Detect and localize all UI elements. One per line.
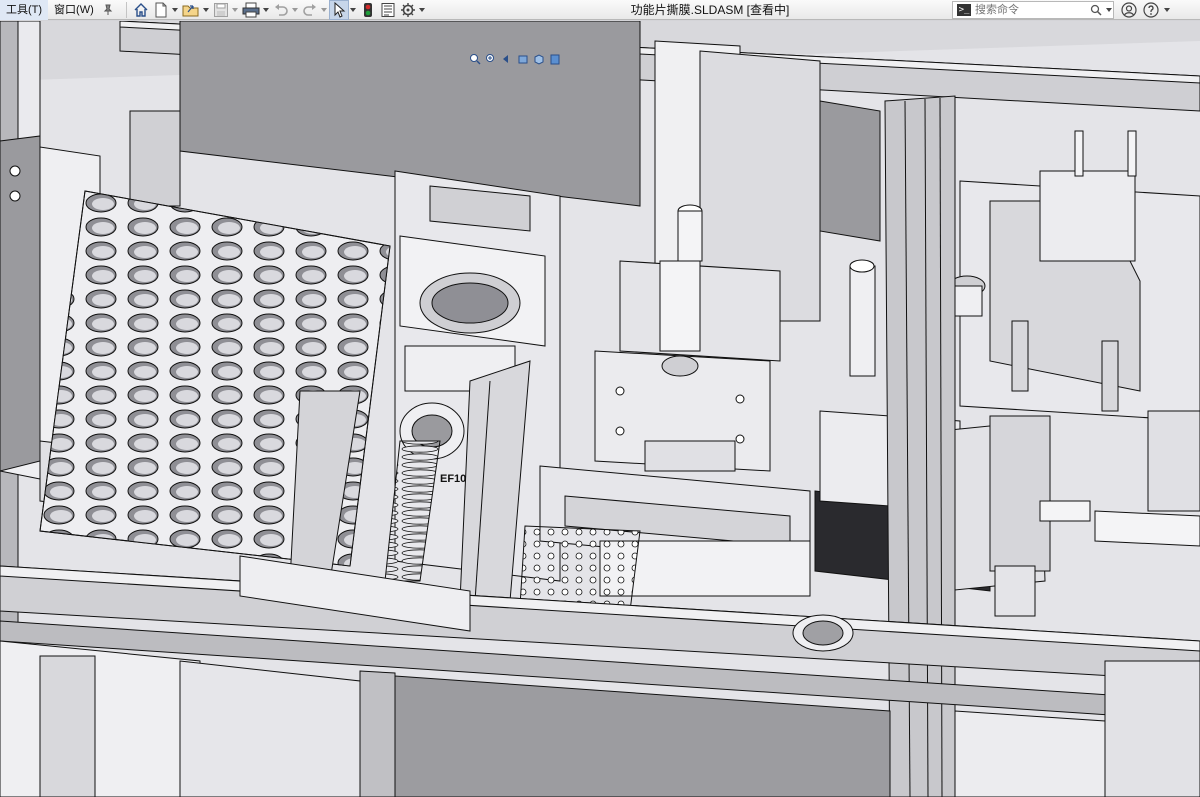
save-icon[interactable] — [211, 0, 231, 20]
previous-view-icon[interactable] — [500, 52, 514, 66]
help-icon[interactable] — [1140, 0, 1162, 20]
zoom-to-fit-icon[interactable] — [468, 52, 482, 66]
document-title: 功能片撕膜.SLDASM [查看中] — [630, 3, 790, 17]
open-dropdown-chevron-icon[interactable] — [202, 0, 211, 20]
options-dropdown-chevron-icon[interactable] — [418, 0, 427, 20]
zoom-area-icon[interactable] — [484, 52, 498, 66]
undo-dropdown-chevron-icon[interactable] — [291, 0, 300, 20]
toolbar-separator — [125, 1, 127, 18]
select-icon[interactable] — [328, 0, 349, 20]
heads-up-view-toolbar — [468, 51, 562, 67]
menu-tools[interactable]: 工具(T) — [0, 0, 49, 20]
search-dropdown-chevron-icon[interactable] — [1104, 0, 1113, 20]
assembly-model-view[interactable]: EF10 — [0, 21, 1200, 797]
section-view-icon[interactable] — [516, 52, 530, 66]
file-properties-icon[interactable] — [378, 0, 398, 20]
redo-icon[interactable] — [300, 0, 320, 20]
help-dropdown-chevron-icon[interactable] — [1162, 0, 1171, 20]
command-prompt-icon: >_ — [957, 4, 971, 16]
home-icon[interactable] — [131, 0, 151, 20]
pin-icon[interactable] — [100, 0, 116, 20]
print-dropdown-chevron-icon[interactable] — [262, 0, 271, 20]
view-orientation-icon[interactable] — [532, 52, 546, 66]
new-icon[interactable] — [151, 0, 171, 20]
open-icon[interactable] — [180, 0, 202, 20]
user-account-icon[interactable] — [1118, 0, 1140, 20]
search-commands-input[interactable] — [975, 2, 1088, 18]
search-icon[interactable] — [1088, 2, 1104, 18]
graphics-area[interactable]: EF10 — [0, 21, 1200, 797]
print-icon[interactable] — [240, 0, 262, 20]
title-bar: 工具(T) 窗口(W) 功能片撕膜.SLDASM [查看中] >_ 搜索命令 — [0, 0, 1200, 20]
part-label-ef10: EF10 — [440, 473, 466, 485]
menu-window[interactable]: 窗口(W) — [48, 0, 100, 20]
rebuild-icon[interactable] — [358, 0, 378, 20]
undo-icon[interactable] — [271, 0, 291, 20]
display-style-icon[interactable] — [548, 52, 562, 66]
redo-dropdown-chevron-icon[interactable] — [320, 0, 329, 20]
save-dropdown-chevron-icon[interactable] — [231, 0, 240, 20]
options-icon[interactable] — [398, 0, 418, 20]
right-toolbar — [1118, 0, 1171, 20]
select-dropdown-chevron-icon[interactable] — [349, 0, 358, 20]
search-commands-box[interactable]: >_ — [952, 1, 1114, 19]
new-dropdown-chevron-icon[interactable] — [171, 0, 180, 20]
